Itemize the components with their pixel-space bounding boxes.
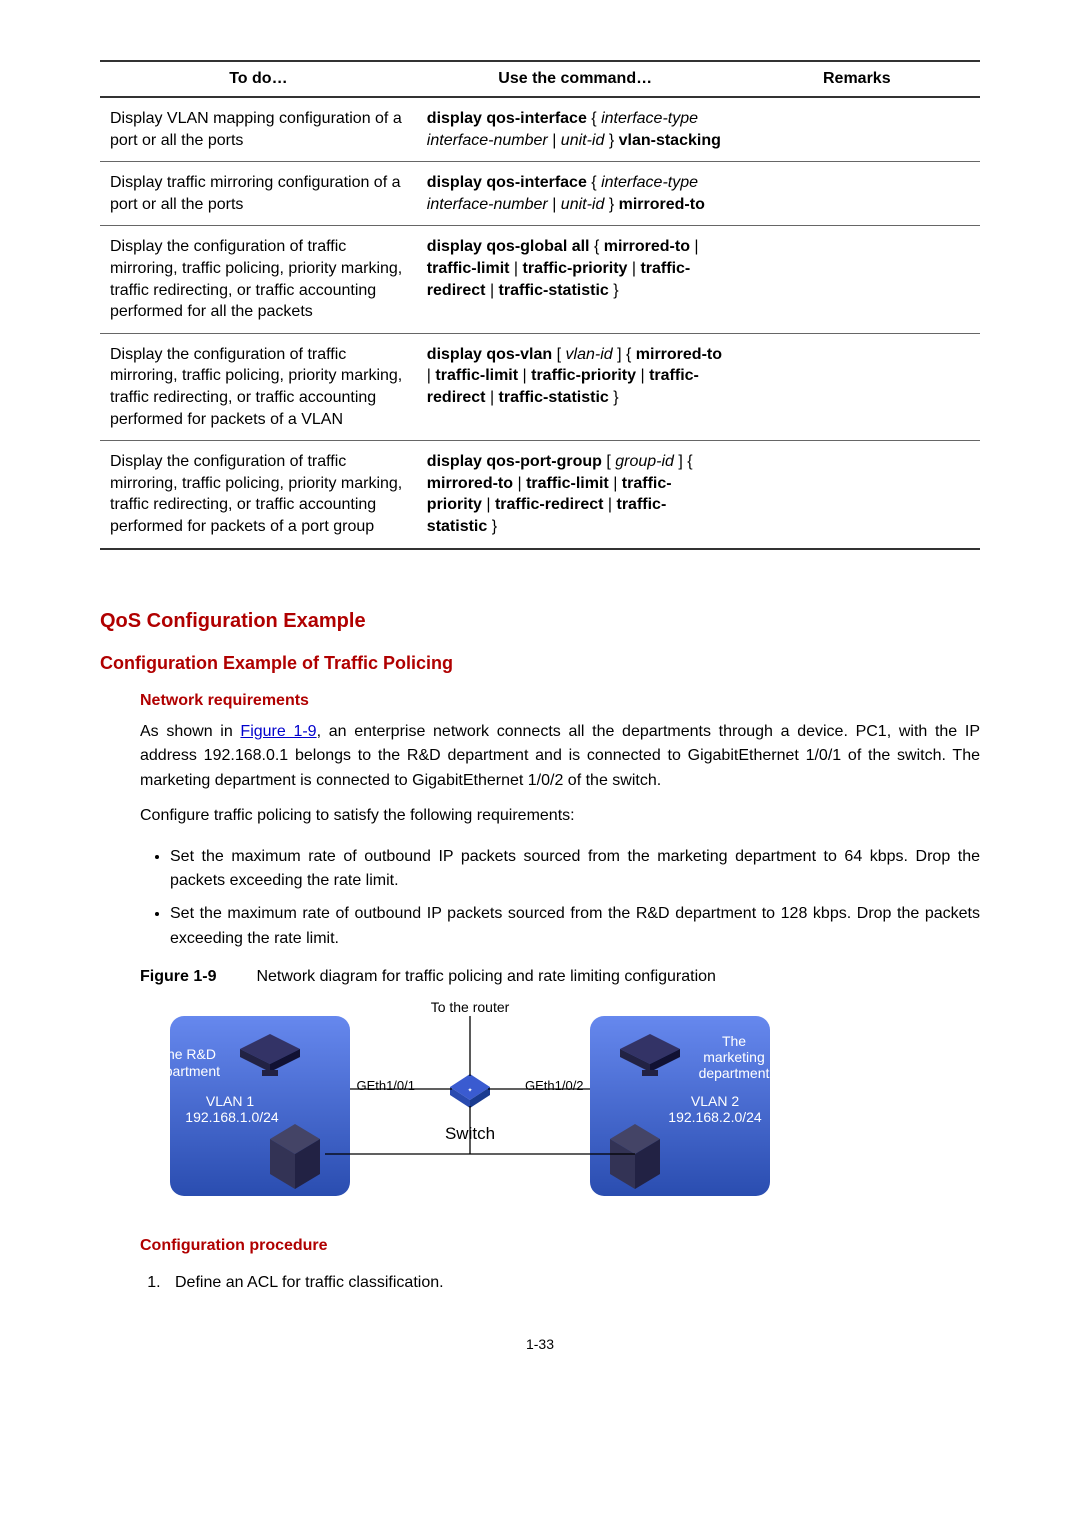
text-pre: As shown in	[140, 723, 240, 740]
cell-desc: Display the configuration of traffic mir…	[100, 333, 417, 440]
cell-desc: Display VLAN mapping configuration of a …	[100, 97, 417, 162]
figure-link[interactable]: Figure 1-9	[240, 723, 316, 740]
paragraph-configure: Configure traffic policing to satisfy th…	[140, 804, 980, 829]
figure-caption-text: Network diagram for traffic policing and…	[256, 968, 715, 985]
col-header-todo: To do…	[100, 61, 417, 97]
table-row: Display traffic mirroring configuration …	[100, 162, 980, 226]
table-row: Display the configuration of traffic mir…	[100, 226, 980, 333]
command-table: To do… Use the command… Remarks Display …	[100, 60, 980, 550]
cell-cmd: display qos-interface { interface-type i…	[417, 162, 734, 226]
page-number: 1-33	[100, 1336, 980, 1352]
port-right-label: GEth1/0/2	[525, 1078, 584, 1093]
cell-cmd: display qos-global all { mirrored-to | t…	[417, 226, 734, 333]
right-box-line5: 192.168.2.0/24	[668, 1109, 762, 1125]
left-box-line4: 192.168.1.0/24	[185, 1109, 279, 1125]
right-box-line2: marketing	[703, 1049, 764, 1065]
cell-remarks	[734, 333, 980, 440]
list-item: Define an ACL for traffic classification…	[165, 1271, 980, 1296]
cell-cmd: display qos-port-group [ group-id ] { mi…	[417, 441, 734, 549]
requirements-list: Set the maximum rate of outbound IP pack…	[140, 845, 980, 952]
right-box-line4: VLAN 2	[691, 1093, 739, 1109]
cell-remarks	[734, 97, 980, 162]
col-header-remarks: Remarks	[734, 61, 980, 97]
heading-traffic-policing: Configuration Example of Traffic Policin…	[100, 653, 980, 674]
steps-list: Define an ACL for traffic classification…	[140, 1271, 980, 1296]
heading-qos-example: QoS Configuration Example	[100, 610, 980, 633]
left-box-line3: VLAN 1	[206, 1093, 254, 1109]
cell-cmd: display qos-interface { interface-type i…	[417, 97, 734, 162]
col-header-command: Use the command…	[417, 61, 734, 97]
left-box-line2: department	[160, 1063, 220, 1079]
table-row: Display VLAN mapping configuration of a …	[100, 97, 980, 162]
cell-remarks	[734, 162, 980, 226]
list-item: Set the maximum rate of outbound IP pack…	[170, 902, 980, 952]
right-box-line3: department	[699, 1065, 770, 1081]
list-item: Set the maximum rate of outbound IP pack…	[170, 845, 980, 895]
left-box-line1: The R&D	[160, 1046, 216, 1062]
heading-network-requirements: Network requirements	[140, 692, 980, 710]
right-box-line1: The	[722, 1033, 746, 1049]
figure-caption: Figure 1-9 Network diagram for traffic po…	[140, 968, 980, 986]
switch-icon: ✦	[450, 1074, 490, 1108]
cell-desc: Display traffic mirroring configuration …	[100, 162, 417, 226]
cell-remarks	[734, 441, 980, 549]
heading-configuration-procedure: Configuration procedure	[140, 1237, 980, 1255]
figure-label: Figure 1-9	[140, 968, 216, 985]
table-row: Display the configuration of traffic mir…	[100, 333, 980, 440]
network-diagram: The R&D department VLAN 1 192.168.1.0/24…	[160, 994, 780, 1214]
paragraph-intro: As shown in Figure 1-9, an enterprise ne…	[140, 720, 980, 794]
cell-remarks	[734, 226, 980, 333]
to-router-label: To the router	[431, 999, 510, 1015]
port-left-label: GEth1/0/1	[356, 1078, 415, 1093]
cell-desc: Display the configuration of traffic mir…	[100, 441, 417, 549]
svg-text:✦: ✦	[467, 1087, 472, 1094]
table-row: Display the configuration of traffic mir…	[100, 441, 980, 549]
cell-cmd: display qos-vlan [ vlan-id ] { mirrored-…	[417, 333, 734, 440]
cell-desc: Display the configuration of traffic mir…	[100, 226, 417, 333]
